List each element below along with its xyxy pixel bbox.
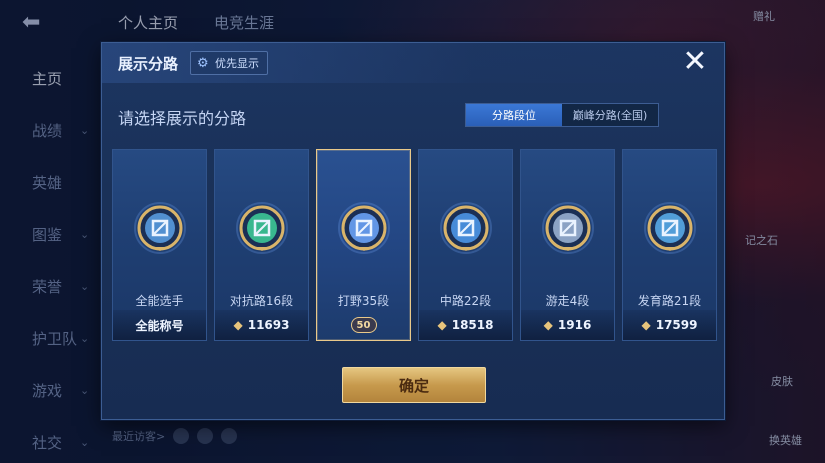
- lane-card-value: 17599: [655, 318, 698, 332]
- lane-cards: 全能选手 全能称号 对抗路16段 ◆ 11693 打野35段 50 中路22段 ◆ 18518 游走…: [112, 149, 717, 341]
- lane-card-footer: ◆ 11693: [215, 310, 308, 340]
- rank-points-icon: ◆: [233, 318, 243, 332]
- lane-card-value: 11693: [247, 318, 290, 332]
- priority-display-label: 优先显示: [215, 57, 259, 70]
- lane-card-value: 18518: [451, 318, 494, 332]
- gear-icon: ⚙: [197, 55, 209, 71]
- priority-display-button[interactable]: ⚙ 优先显示: [190, 51, 268, 75]
- lane-card-footer: ◆ 1916: [521, 310, 614, 340]
- jungle-badge-icon: [337, 202, 390, 254]
- clash-lane-badge-icon: [235, 202, 288, 254]
- rank-points-icon: ◆: [437, 318, 447, 332]
- star-count-badge: 50: [350, 317, 377, 333]
- dialog-subtitle: 请选择展示的分路: [118, 109, 247, 128]
- mid-lane-badge-icon: [439, 202, 492, 254]
- lane-card-footer: ◆ 17599: [623, 310, 716, 340]
- lane-card-name: 全能选手: [135, 294, 184, 308]
- rank-type-toggle: 分路段位 巅峰分路(全国): [465, 103, 659, 127]
- lane-card[interactable]: 游走4段 ◆ 1916: [520, 149, 615, 341]
- rank-points-icon: ◆: [543, 318, 553, 332]
- lane-card[interactable]: 打野35段 50: [316, 149, 411, 341]
- tab-peak-lane[interactable]: 巅峰分路(全国): [562, 104, 658, 126]
- tab-lane-rank[interactable]: 分路段位: [466, 104, 562, 126]
- dialog-title: 展示分路: [118, 55, 179, 73]
- lane-display-dialog: 展示分路 ⚙ 优先显示 ✕ 请选择展示的分路 分路段位 巅峰分路(全国) 全能选…: [101, 42, 725, 420]
- lane-card[interactable]: 发育路21段 ◆ 17599: [622, 149, 717, 341]
- lane-card-footer: 全能称号: [113, 310, 206, 340]
- lane-card-value: 全能称号: [135, 318, 184, 333]
- lane-card-name: 中路22段: [439, 294, 492, 308]
- lane-card-name: 游走4段: [545, 294, 590, 308]
- lane-card-name: 发育路21段: [637, 294, 702, 308]
- lane-card-name: 打野35段: [337, 294, 390, 308]
- lane-card-footer: 50: [317, 310, 410, 340]
- confirm-button[interactable]: 确定: [342, 367, 486, 403]
- lane-card-value: 1916: [557, 318, 592, 332]
- close-icon[interactable]: ✕: [680, 47, 710, 77]
- lane-card-footer: ◆ 18518: [419, 310, 512, 340]
- farm-lane-badge-icon: [643, 202, 696, 254]
- lane-card[interactable]: 全能选手 全能称号: [112, 149, 207, 341]
- all-round-badge-icon: [133, 202, 186, 254]
- lane-card[interactable]: 中路22段 ◆ 18518: [418, 149, 513, 341]
- lane-card[interactable]: 对抗路16段 ◆ 11693: [214, 149, 309, 341]
- lane-card-name: 对抗路16段: [229, 294, 294, 308]
- rank-points-icon: ◆: [641, 318, 651, 332]
- roam-badge-icon: [541, 202, 594, 254]
